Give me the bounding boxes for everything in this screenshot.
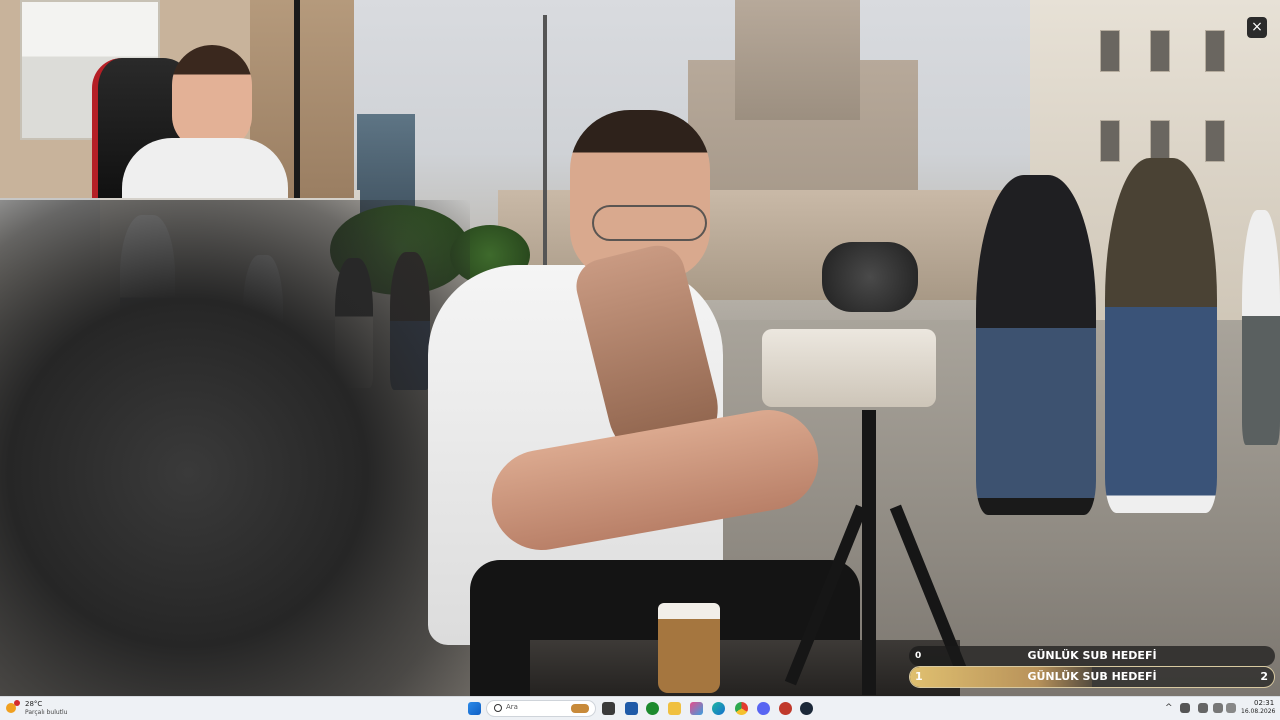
- sub-goal-title: GÜNLÜK SUB HEDEFİ: [1027, 649, 1157, 662]
- microphone: [822, 242, 918, 312]
- weather-desc: Parçalı bulutlu: [25, 709, 68, 716]
- folder-icon[interactable]: [668, 702, 681, 715]
- building-window: [1205, 30, 1225, 72]
- tray-app-icon[interactable]: [1180, 703, 1190, 713]
- chrome-icon[interactable]: [735, 702, 748, 715]
- tripod-leg: [862, 410, 876, 695]
- weather-alert-badge: [14, 700, 20, 706]
- streamer-head: [172, 45, 252, 150]
- xbox-icon[interactable]: [646, 702, 659, 715]
- search-box[interactable]: Ara: [486, 700, 596, 717]
- sub-goal-progress-bar: 1 GÜNLÜK SUB HEDEFİ 2: [909, 666, 1275, 688]
- clock-time[interactable]: 02:31: [1254, 699, 1274, 707]
- windows-taskbar: 28°C Parçalı bulutlu Ara ^ 02:31 16.08.2…: [0, 696, 1280, 720]
- weather-temp: 28°C: [25, 700, 43, 708]
- lamp-pole: [294, 0, 300, 198]
- pedestrian: [1242, 210, 1280, 445]
- phone: [762, 329, 936, 407]
- discord-icon[interactable]: [757, 702, 770, 715]
- photos-icon[interactable]: [690, 702, 703, 715]
- coffee-cup: [658, 603, 720, 693]
- close-button[interactable]: ×: [1247, 17, 1267, 38]
- clock-date[interactable]: 16.08.2026: [1241, 708, 1275, 715]
- blurred-foreground: [0, 200, 470, 696]
- weather-widget[interactable]: 28°C Parçalı bulutlu: [4, 699, 74, 719]
- streamer-shirt: [122, 138, 288, 198]
- palace-spire: [735, 0, 860, 120]
- volume-icon[interactable]: [1226, 703, 1236, 713]
- pedestrian: [976, 175, 1096, 515]
- taskview-icon[interactable]: [602, 702, 615, 715]
- street-lamp: [543, 15, 547, 265]
- building-window: [1150, 30, 1170, 72]
- building-window: [1150, 120, 1170, 162]
- main-person-glasses: [592, 205, 707, 241]
- file-explorer-icon[interactable]: [625, 702, 638, 715]
- search-placeholder: Ara: [506, 703, 518, 711]
- sub-goal-target: 2: [1260, 670, 1268, 683]
- building-window: [1205, 120, 1225, 162]
- webcam-overlay: [0, 0, 354, 198]
- sub-goal-header: 0 GÜNLÜK SUB HEDEFİ: [909, 646, 1275, 666]
- sub-goal-bar-title: GÜNLÜK SUB HEDEFİ: [1027, 670, 1157, 683]
- search-icon: [494, 704, 502, 712]
- display-icon[interactable]: [1213, 703, 1223, 713]
- start-icon[interactable]: [468, 702, 481, 715]
- steam-icon[interactable]: [800, 702, 813, 715]
- search-highlight-icon: [571, 704, 589, 713]
- building-window: [1100, 120, 1120, 162]
- edge-icon[interactable]: [712, 702, 725, 715]
- chevron-up-icon[interactable]: ^: [1165, 703, 1173, 713]
- network-icon[interactable]: [1198, 703, 1208, 713]
- building-window: [1100, 30, 1120, 72]
- media-icon[interactable]: [779, 702, 792, 715]
- bench: [530, 640, 960, 696]
- pedestrian: [1105, 158, 1217, 513]
